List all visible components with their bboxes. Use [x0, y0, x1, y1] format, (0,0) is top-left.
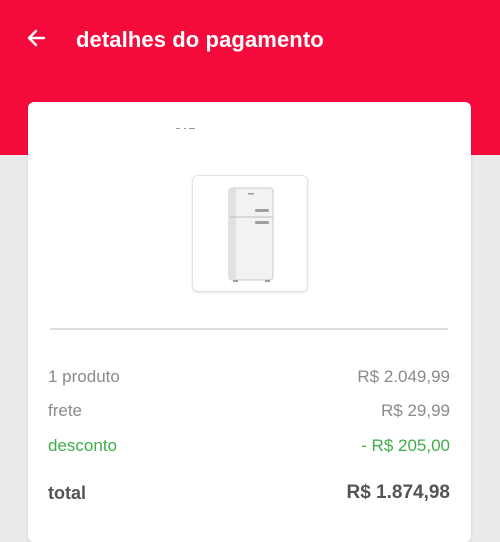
summary-row-discount: desconto - R$ 205,00 [48, 434, 450, 458]
shipping-label: frete [48, 401, 83, 420]
summary-row-products: 1 produto R$ 2.049,99 [48, 365, 450, 389]
faint-mark [176, 128, 196, 130]
total-value: R$ 1.874,98 [346, 482, 450, 503]
summary-row-shipping: frete R$ 29,99 [48, 399, 450, 423]
total-label: total [48, 482, 86, 503]
summary-row-total: total R$ 1.874,98 [48, 481, 450, 505]
products-label: 1 produto [48, 367, 120, 386]
discount-label: desconto [48, 436, 117, 455]
products-value: R$ 2.049,99 [357, 367, 450, 386]
page-title: detalhes do pagamento [76, 27, 324, 52]
back-button[interactable] [22, 24, 50, 52]
discount-value: - R$ 205,00 [361, 436, 450, 455]
shipping-value: R$ 29,99 [381, 401, 450, 420]
divider [50, 328, 448, 330]
arrow-left-icon [27, 29, 46, 47]
refrigerator-image [228, 187, 274, 282]
product-thumbnail[interactable] [192, 175, 308, 292]
payment-details-card: 1 produto R$ 2.049,99 frete R$ 29,99 des… [28, 102, 471, 542]
